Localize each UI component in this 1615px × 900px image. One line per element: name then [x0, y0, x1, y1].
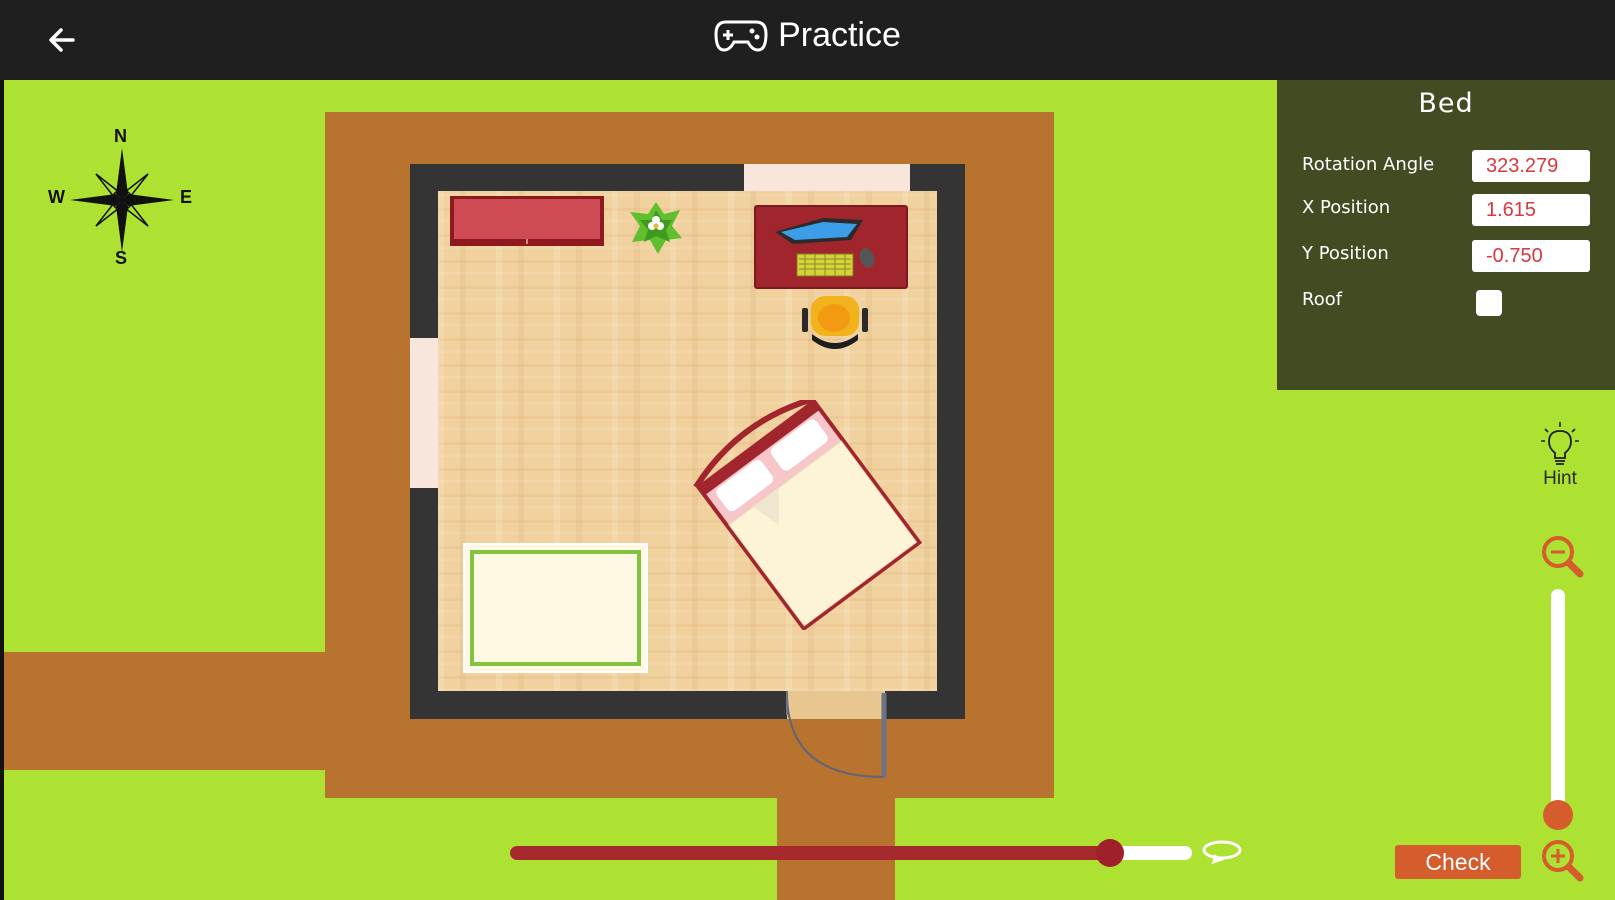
sideboard[interactable] [448, 194, 608, 250]
compass-south: S [115, 248, 128, 268]
window-west [410, 338, 438, 488]
properties-panel: Bed Rotation Angle X Position Y Position… [1277, 80, 1615, 390]
rotation-slider[interactable] [510, 839, 1192, 867]
desk-chair[interactable] [800, 294, 870, 354]
roof-checkbox[interactable] [1476, 290, 1502, 316]
door[interactable] [779, 685, 889, 785]
zoom-out-icon[interactable] [1540, 534, 1586, 580]
rotation-slider-knob[interactable] [1096, 839, 1125, 867]
x-position-label: X Position [1302, 197, 1391, 218]
x-position-input[interactable] [1472, 194, 1590, 226]
yard-path-horizontal [4, 652, 334, 770]
hint-label: Hint [1543, 468, 1577, 489]
zoom-slider[interactable] [1543, 589, 1573, 830]
top-bar: Practice [0, 0, 1615, 80]
selected-object-title: Bed [1418, 88, 1474, 119]
hint-button[interactable]: Hint [1530, 420, 1590, 490]
y-position-input[interactable] [1472, 240, 1590, 272]
gamepad-icon [714, 20, 768, 52]
bed[interactable] [689, 400, 929, 630]
rotation-label: Rotation Angle [1302, 154, 1435, 175]
lightbulb-icon [1541, 422, 1579, 465]
plant[interactable] [626, 200, 686, 256]
zoom-in-icon[interactable] [1540, 838, 1586, 884]
rotate-icon[interactable] [1200, 838, 1244, 868]
compass-east: E [180, 187, 193, 207]
rug[interactable] [463, 543, 648, 673]
rotation-input[interactable] [1472, 150, 1590, 182]
check-button[interactable]: Check [1395, 845, 1521, 879]
y-position-label: Y Position [1302, 243, 1389, 264]
window-north [744, 164, 910, 191]
rotation-slider-fill [510, 846, 1111, 860]
compass-north: N [114, 126, 127, 146]
compass-west: W [48, 187, 65, 207]
page-title-group: Practice [0, 16, 1615, 55]
zoom-slider-knob[interactable] [1543, 800, 1573, 830]
yard-path-vertical [777, 780, 895, 900]
page-title: Practice [778, 16, 901, 54]
desk-with-computer[interactable] [753, 204, 909, 290]
roof-label: Roof [1302, 289, 1343, 310]
